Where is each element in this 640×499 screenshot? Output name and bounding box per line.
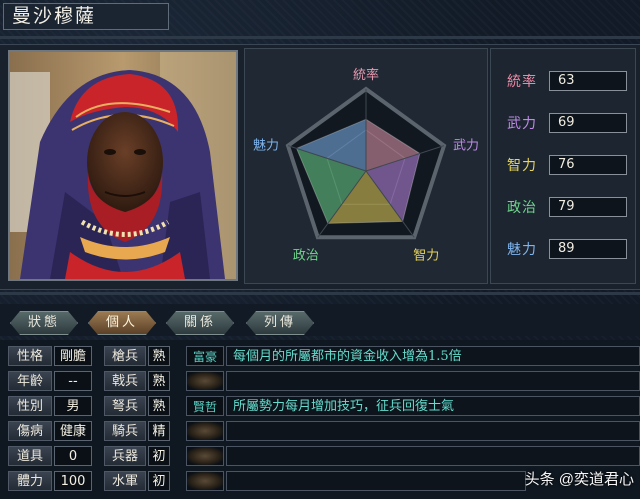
portrait-image — [10, 52, 236, 279]
aptitude-value: 初 — [148, 446, 170, 466]
skill-tag-empty — [186, 421, 224, 441]
stat-label: 魅力 — [507, 242, 537, 258]
aptitude-label: 槍兵 — [104, 346, 146, 366]
stat-value: 89 — [549, 239, 627, 259]
info-label: 年齡 — [8, 371, 52, 391]
info-value: 男 — [54, 396, 92, 416]
stat-value: 76 — [549, 155, 627, 175]
tab-bar: 狀態 個人 關係 列傳 — [0, 304, 640, 336]
stat-row-leadership: 統率 63 — [507, 71, 631, 93]
info-label: 體力 — [8, 471, 52, 491]
info-value: 0 — [54, 446, 92, 466]
skill-description: 每個月的所屬都市的資金收入增為1.5倍 — [226, 346, 640, 366]
watermark: 头条 @奕道君心 — [524, 471, 634, 488]
skill-description — [226, 446, 640, 466]
stat-row-intelligence: 智力 76 — [507, 155, 631, 177]
skill-tag[interactable]: 賢哲 — [186, 396, 224, 416]
skill-description — [226, 371, 640, 391]
stat-label: 政治 — [507, 200, 537, 216]
divider — [0, 36, 640, 39]
info-label: 傷病 — [8, 421, 52, 441]
attribute-radar-chart: 統率武力智力 政治 魅力 — [244, 48, 488, 284]
info-label: 道具 — [8, 446, 52, 466]
info-value: 100 — [54, 471, 92, 491]
tab-status[interactable]: 狀態 — [10, 311, 78, 335]
aptitude-value: 熟 — [148, 396, 170, 416]
radar-axis-label: 政治 — [293, 248, 319, 263]
stat-label: 統率 — [507, 74, 537, 90]
radar-axis-label: 智力 — [413, 248, 439, 263]
info-value: 剛膽 — [54, 346, 92, 366]
radar-axis-label: 魅力 — [253, 139, 279, 154]
stat-label: 武力 — [507, 116, 537, 132]
aptitude-value: 熟 — [148, 346, 170, 366]
skill-tag[interactable]: 富豪 — [186, 346, 224, 366]
skill-description — [226, 471, 526, 491]
skill-description — [226, 421, 640, 441]
stats-panel: 統率 63 武力 69 智力 76 政治 79 魅力 89 — [490, 48, 636, 284]
stat-value: 63 — [549, 71, 627, 91]
aptitude-label: 水軍 — [104, 471, 146, 491]
radar-axis-label: 武力 — [453, 139, 479, 154]
aptitude-value: 熟 — [148, 371, 170, 391]
skill-tag-empty — [186, 471, 224, 491]
aptitude-label: 騎兵 — [104, 421, 146, 441]
tab-personal[interactable]: 個人 — [88, 311, 156, 335]
aptitude-value: 精 — [148, 421, 170, 441]
divider — [0, 292, 640, 295]
character-portrait — [8, 50, 238, 281]
skill-description: 所屬勢力每月增加技巧，征兵回復士氣 — [226, 396, 640, 416]
skill-tag-empty — [186, 446, 224, 466]
aptitude-label: 弩兵 — [104, 396, 146, 416]
radar-axis-label: 統率 — [353, 67, 379, 83]
stat-row-war: 武力 69 — [507, 113, 631, 135]
stat-row-charisma: 魅力 89 — [507, 239, 631, 261]
info-label: 性格 — [8, 346, 52, 366]
aptitude-value: 初 — [148, 471, 170, 491]
tab-relations[interactable]: 關係 — [166, 311, 234, 335]
info-label: 性別 — [8, 396, 52, 416]
skill-tag-empty — [186, 371, 224, 391]
stat-value: 69 — [549, 113, 627, 133]
radar-svg: 統率武力智力 政治 魅力 — [253, 67, 479, 263]
stat-label: 智力 — [507, 158, 537, 174]
stat-row-politics: 政治 79 — [507, 197, 631, 219]
info-value: -- — [54, 371, 92, 391]
aptitude-label: 戟兵 — [104, 371, 146, 391]
character-name: 曼沙穆薩 — [3, 3, 169, 30]
info-value: 健康 — [54, 421, 92, 441]
stat-value: 79 — [549, 197, 627, 217]
tab-biography[interactable]: 列傳 — [246, 311, 314, 335]
aptitude-label: 兵器 — [104, 446, 146, 466]
